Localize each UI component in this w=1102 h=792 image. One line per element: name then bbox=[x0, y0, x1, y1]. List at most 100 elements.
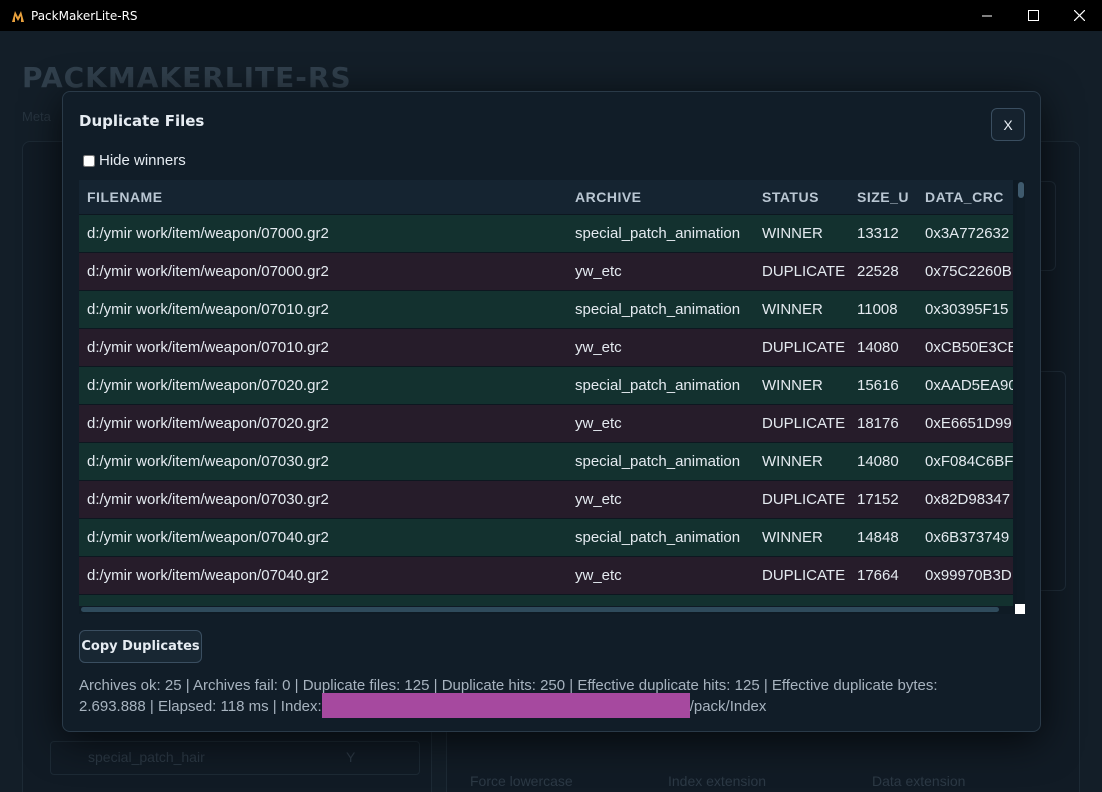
table-row[interactable]: d:/ymir work/item/weapon/07040.gr2 yw_etc… bbox=[79, 556, 1013, 594]
cell-status: WINNER bbox=[762, 453, 823, 470]
header-crc[interactable]: DATA_CRC bbox=[925, 189, 1013, 205]
cell-status: DUPLICATE bbox=[762, 415, 846, 432]
cell-crc: 0x6B373749 bbox=[925, 529, 1010, 546]
cell-filename: d:/ymir work/item/weapon/07000.gr2 bbox=[87, 225, 329, 242]
cell-size: 14080 bbox=[857, 453, 899, 470]
cell-archive: yw_etc bbox=[575, 339, 622, 356]
horizontal-scroll-thumb[interactable] bbox=[81, 607, 999, 612]
dialog-close-button[interactable]: X bbox=[991, 108, 1025, 141]
vertical-scrollbar[interactable] bbox=[1017, 180, 1025, 608]
cell-crc: 0x3A772632 bbox=[925, 225, 1010, 242]
minimize-icon bbox=[982, 15, 992, 16]
cell-filename: d:/ymir work/item/weapon/07020.gr2 bbox=[87, 377, 329, 394]
cell-archive: yw_etc bbox=[575, 415, 622, 432]
close-icon bbox=[1073, 10, 1085, 21]
bg-index-extension: Index extension bbox=[668, 773, 767, 789]
cell-crc: 0x30395F15 bbox=[925, 301, 1009, 318]
table-row[interactable]: d:/ymir work/item/weapon/07040.gr2 specia… bbox=[79, 518, 1013, 556]
cell-archive: yw_etc bbox=[575, 263, 622, 280]
cell-archive: yw_etc bbox=[575, 567, 622, 584]
copy-duplicates-button[interactable]: Copy Duplicates bbox=[79, 630, 202, 663]
cell-archive: special_patch_animation bbox=[575, 301, 741, 318]
cell-status: DUPLICATE bbox=[762, 339, 846, 356]
cell-archive: special_patch_animation bbox=[575, 453, 741, 470]
cell-size: 22528 bbox=[857, 263, 899, 280]
table-row[interactable]: d:/ymir work/item/weapon/07000.gr2 yw_etc… bbox=[79, 252, 1013, 290]
maximize-button[interactable] bbox=[1010, 0, 1056, 31]
cell-status: WINNER bbox=[762, 225, 823, 242]
header-size[interactable]: SIZE_U bbox=[857, 189, 909, 205]
header-status[interactable]: STATUS bbox=[762, 189, 819, 205]
status-line-2-prefix: 2.693.888 | Elapsed: 118 ms | Index: bbox=[79, 698, 322, 715]
window-titlebar: PackMakerLite-RS bbox=[0, 0, 1102, 31]
dialog-title: Duplicate Files bbox=[79, 112, 205, 130]
bg-force-lowercase: Force lowercase bbox=[470, 773, 573, 789]
bg-row-value: Y bbox=[346, 749, 356, 765]
cell-size: 15616 bbox=[857, 377, 899, 394]
cell-crc: 0xF084C6BF bbox=[925, 453, 1013, 470]
cell-filename: d:/ymir work/item/weapon/07020.gr2 bbox=[87, 415, 329, 432]
status-line-1: Archives ok: 25 | Archives fail: 0 | Dup… bbox=[79, 677, 938, 694]
cell-size: 11008 bbox=[857, 301, 898, 318]
bg-data-extension: Data extension bbox=[872, 773, 966, 789]
cell-status: WINNER bbox=[762, 529, 823, 546]
duplicate-files-dialog: Duplicate Files X Hide winners FILENAME … bbox=[62, 91, 1041, 732]
cell-size: 17152 bbox=[857, 491, 899, 508]
duplicates-table: FILENAME ARCHIVE STATUS SIZE_U DATA_CRC … bbox=[79, 180, 1025, 614]
bg-app-title: PACKMAKERLITE-RS bbox=[22, 61, 352, 94]
table-row[interactable]: d:/ymir work/item/weapon/07020.gr2 specia… bbox=[79, 366, 1013, 404]
app-logo-icon bbox=[10, 8, 26, 24]
cell-archive: special_patch_animation bbox=[575, 529, 741, 546]
cell-filename: d:/ymir work/item/weapon/07030.gr2 bbox=[87, 453, 329, 470]
cell-filename: d:/ymir work/item/weapon/07040.gr2 bbox=[87, 567, 329, 584]
cell-size: 14080 bbox=[857, 339, 899, 356]
window-close-button[interactable] bbox=[1056, 0, 1102, 31]
cell-crc: 0x82D98347 bbox=[925, 491, 1011, 508]
cell-status: DUPLICATE bbox=[762, 567, 846, 584]
cell-filename: d:/ymir work/item/weapon/07030.gr2 bbox=[87, 491, 329, 508]
cell-archive: special_patch_animation bbox=[575, 377, 741, 394]
redacted-path bbox=[321, 693, 690, 719]
header-filename[interactable]: FILENAME bbox=[87, 189, 163, 205]
maximize-icon bbox=[1027, 10, 1039, 21]
hide-winners-label: Hide winners bbox=[99, 152, 186, 169]
horizontal-scrollbar[interactable] bbox=[79, 606, 1013, 614]
cell-crc: 0xAAD5EA90 bbox=[925, 377, 1013, 394]
cell-filename: d:/ymir work/item/weapon/07000.gr2 bbox=[87, 263, 329, 280]
cell-size: 18176 bbox=[857, 415, 899, 432]
status-line-2-suffix: /pack/Index bbox=[689, 698, 767, 715]
table-row[interactable]: d:/ymir work/item/weapon/07010.gr2 specia… bbox=[79, 290, 1013, 328]
cell-filename: d:/ymir work/item/weapon/07040.gr2 bbox=[87, 529, 329, 546]
table-row[interactable]: d:/ymir work/item/weapon/07030.gr2 specia… bbox=[79, 442, 1013, 480]
table-row[interactable]: d:/ymir work/item/weapon/07030.gr2 yw_etc… bbox=[79, 480, 1013, 518]
table-header: FILENAME ARCHIVE STATUS SIZE_U DATA_CRC bbox=[79, 180, 1013, 214]
cell-archive: special_patch_animation bbox=[575, 225, 741, 242]
cell-crc: 0xE6651D99 bbox=[925, 415, 1012, 432]
cell-crc: 0xCB50E3CB bbox=[925, 339, 1013, 356]
scrollbar-corner bbox=[1015, 604, 1025, 614]
cell-status: WINNER bbox=[762, 301, 823, 318]
hide-winners-toggle[interactable]: Hide winners bbox=[83, 152, 186, 169]
vertical-scroll-thumb[interactable] bbox=[1018, 182, 1024, 198]
cell-status: WINNER bbox=[762, 377, 823, 394]
table-row[interactable]: d:/ymir work/item/weapon/07000.gr2 specia… bbox=[79, 214, 1013, 252]
bg-row-label: special_patch_hair bbox=[88, 749, 205, 765]
cell-size: 17664 bbox=[857, 567, 899, 584]
cell-filename: d:/ymir work/item/weapon/07010.gr2 bbox=[87, 339, 329, 356]
cell-size: 13312 bbox=[857, 225, 899, 242]
window-title: PackMakerLite-RS bbox=[31, 8, 138, 23]
table-row[interactable]: d:/ymir work/item/weapon/07020.gr2 yw_etc… bbox=[79, 404, 1013, 442]
hide-winners-checkbox[interactable] bbox=[83, 154, 95, 167]
bg-app-subtitle: Meta bbox=[22, 109, 51, 124]
cell-crc: 0x99970B3D bbox=[925, 567, 1012, 584]
cell-filename: d:/ymir work/item/weapon/07010.gr2 bbox=[87, 301, 329, 318]
minimize-button[interactable] bbox=[964, 0, 1010, 31]
cell-status: DUPLICATE bbox=[762, 263, 846, 280]
cell-size: 14848 bbox=[857, 529, 899, 546]
status-summary: Archives ok: 25 | Archives fail: 0 | Dup… bbox=[79, 675, 1019, 719]
cell-status: DUPLICATE bbox=[762, 491, 846, 508]
table-row[interactable]: d:/ymir work/item/weapon/07010.gr2 yw_etc… bbox=[79, 328, 1013, 366]
header-archive[interactable]: ARCHIVE bbox=[575, 189, 642, 205]
cell-crc: 0x75C2260B bbox=[925, 263, 1012, 280]
cell-archive: yw_etc bbox=[575, 491, 622, 508]
